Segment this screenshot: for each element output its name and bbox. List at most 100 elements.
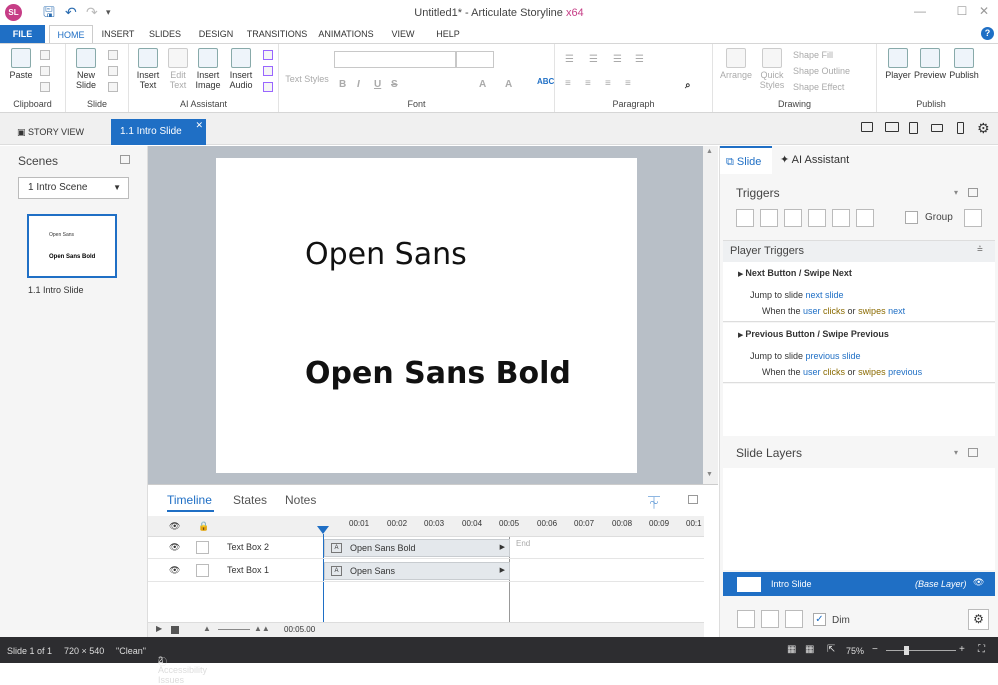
font-size-combo[interactable]: [456, 51, 494, 68]
gear-icon[interactable]: ⚙: [977, 120, 990, 137]
tab-states[interactable]: States: [233, 493, 267, 507]
scroll-down-icon[interactable]: ▼: [706, 471, 713, 478]
close-window-icon[interactable]: ✕: [970, 4, 998, 18]
timeline-bar[interactable]: A Open Sans Bold ▶: [324, 539, 510, 557]
group-checkbox[interactable]: [905, 211, 918, 224]
tab-view[interactable]: VIEW: [386, 25, 420, 43]
cue-point-icon[interactable]: ⏇: [648, 494, 660, 511]
tab-slide-properties[interactable]: ⧉ Slide: [720, 146, 772, 174]
shape-effect-option[interactable]: Shape Effect: [793, 82, 844, 92]
strikethrough-icon[interactable]: S: [391, 79, 398, 90]
expand-icon[interactable]: ▶: [500, 540, 505, 556]
slide-image-icon[interactable]: [108, 82, 118, 92]
eye-icon[interactable]: 👁: [169, 542, 180, 553]
ai-list-icon[interactable]: [263, 82, 273, 92]
tab-animations[interactable]: ANIMATIONS: [315, 25, 377, 43]
grid-view-icon[interactable]: ▦: [805, 644, 814, 655]
format-painter-icon[interactable]: [40, 82, 50, 92]
tab-timeline[interactable]: Timeline: [167, 493, 212, 507]
lock-checkbox[interactable]: [196, 541, 209, 554]
text-box-2[interactable]: Open Sans Bold: [305, 356, 571, 391]
slide-thumbnail[interactable]: Open Sans Open Sans Bold: [27, 214, 117, 278]
insert-audio-button[interactable]: Insert Audio: [224, 48, 258, 90]
bold-icon[interactable]: B: [339, 79, 346, 90]
zoom-slider-thumb[interactable]: [904, 646, 909, 655]
eye-icon[interactable]: 👁: [973, 577, 984, 588]
desktop-view-icon[interactable]: [861, 122, 873, 132]
duplicate-layer-button[interactable]: [761, 610, 779, 628]
slide-tab[interactable]: 1.1 Intro Slide ✕: [111, 119, 206, 145]
dim-checkbox[interactable]: ✓: [813, 613, 826, 626]
insert-image-button[interactable]: Insert Image: [192, 48, 224, 90]
text-box-1[interactable]: Open Sans: [305, 237, 467, 272]
chevron-down-icon[interactable]: ▾: [954, 448, 958, 457]
timeline-bar[interactable]: A Open Sans ▶: [324, 562, 510, 580]
find-replace-icon[interactable]: ⌕: [685, 80, 691, 91]
increase-indent-icon[interactable]: ☰: [635, 54, 644, 65]
zoom-out-icon[interactable]: −: [872, 644, 878, 655]
tablet-landscape-icon[interactable]: [885, 122, 899, 132]
copy-trigger-button[interactable]: [784, 209, 802, 227]
tab-home[interactable]: HOME: [49, 25, 93, 44]
new-trigger-button[interactable]: [736, 209, 754, 227]
group-trigger-button[interactable]: [964, 209, 982, 227]
tab-insert[interactable]: INSERT: [98, 25, 138, 43]
story-view-tab[interactable]: ▣ STORY VIEW: [17, 121, 105, 143]
underline-icon[interactable]: U: [374, 79, 381, 90]
triggers-pop-out-icon[interactable]: [968, 188, 978, 197]
trigger-action[interactable]: Jump to slide next slide: [750, 290, 844, 300]
canvas-scrollbar[interactable]: ▲ ▼: [703, 146, 718, 484]
tab-notes[interactable]: Notes: [285, 493, 316, 507]
scroll-up-icon[interactable]: ▲: [706, 148, 713, 155]
scene-dropdown[interactable]: 1 Intro Scene ▼: [18, 177, 129, 199]
copy-icon[interactable]: [40, 66, 50, 76]
edit-text-button[interactable]: Edit Text: [163, 48, 193, 90]
help-icon[interactable]: ?: [981, 27, 994, 40]
delete-trigger-button[interactable]: [832, 209, 850, 227]
tab-transitions[interactable]: TRANSITIONS: [245, 25, 309, 43]
arrange-button[interactable]: Arrange: [717, 48, 755, 80]
tablet-portrait-icon[interactable]: [909, 122, 918, 134]
italic-icon[interactable]: I: [357, 79, 360, 90]
font-grow-icon[interactable]: A: [505, 79, 512, 90]
ai-help-icon[interactable]: [263, 50, 273, 60]
eye-icon[interactable]: 👁: [169, 565, 180, 576]
collapse-icon[interactable]: ⩮: [977, 244, 983, 255]
playhead[interactable]: [317, 526, 329, 534]
eye-icon[interactable]: 👁: [169, 521, 180, 532]
base-layer-row[interactable]: Intro Slide (Base Layer) 👁: [723, 572, 995, 596]
delete-layer-button[interactable]: [785, 610, 803, 628]
phone-portrait-icon[interactable]: [957, 122, 964, 134]
align-center-icon[interactable]: ≡: [585, 78, 591, 89]
tab-ai-assistant[interactable]: ✦ AI Assistant: [778, 146, 856, 174]
player-button[interactable]: Player: [881, 48, 915, 80]
quick-styles-button[interactable]: Quick Styles: [755, 48, 789, 90]
trigger-action[interactable]: Jump to slide previous slide: [750, 351, 861, 361]
tab-help[interactable]: HELP: [431, 25, 465, 43]
justify-icon[interactable]: ≡: [625, 78, 631, 89]
move-trigger-button[interactable]: [856, 209, 874, 227]
normal-view-icon[interactable]: ▦: [787, 644, 796, 655]
paste-button[interactable]: Paste: [6, 48, 36, 80]
layer-settings-gear-icon[interactable]: ⚙: [968, 609, 989, 630]
play-icon[interactable]: ▶: [156, 624, 162, 633]
fit-window-icon[interactable]: ⛶: [978, 644, 985, 655]
font-color-icon[interactable]: A: [479, 79, 486, 90]
trigger-condition[interactable]: When the user clicks or swipes previous: [762, 367, 922, 377]
lock-icon[interactable]: 🔒: [198, 521, 209, 532]
fit-view-icon[interactable]: ⇱: [827, 644, 835, 655]
font-family-combo[interactable]: [334, 51, 456, 68]
shape-fill-option[interactable]: Shape Fill: [793, 50, 833, 60]
spell-check-icon[interactable]: ABC: [537, 77, 554, 86]
tab-file[interactable]: FILE: [0, 25, 45, 43]
close-tab-icon[interactable]: ✕: [195, 112, 203, 138]
align-right-icon[interactable]: ≡: [605, 78, 611, 89]
layers-pop-out-icon[interactable]: [968, 448, 978, 457]
numbering-icon[interactable]: ☰: [589, 54, 598, 65]
panel-pop-out-icon[interactable]: [120, 155, 130, 164]
shape-outline-option[interactable]: Shape Outline: [793, 66, 850, 76]
zoom-slider[interactable]: [886, 650, 956, 651]
cut-icon[interactable]: [40, 50, 50, 60]
layout-icon[interactable]: [108, 50, 118, 60]
publish-button[interactable]: Publish: [947, 48, 981, 80]
